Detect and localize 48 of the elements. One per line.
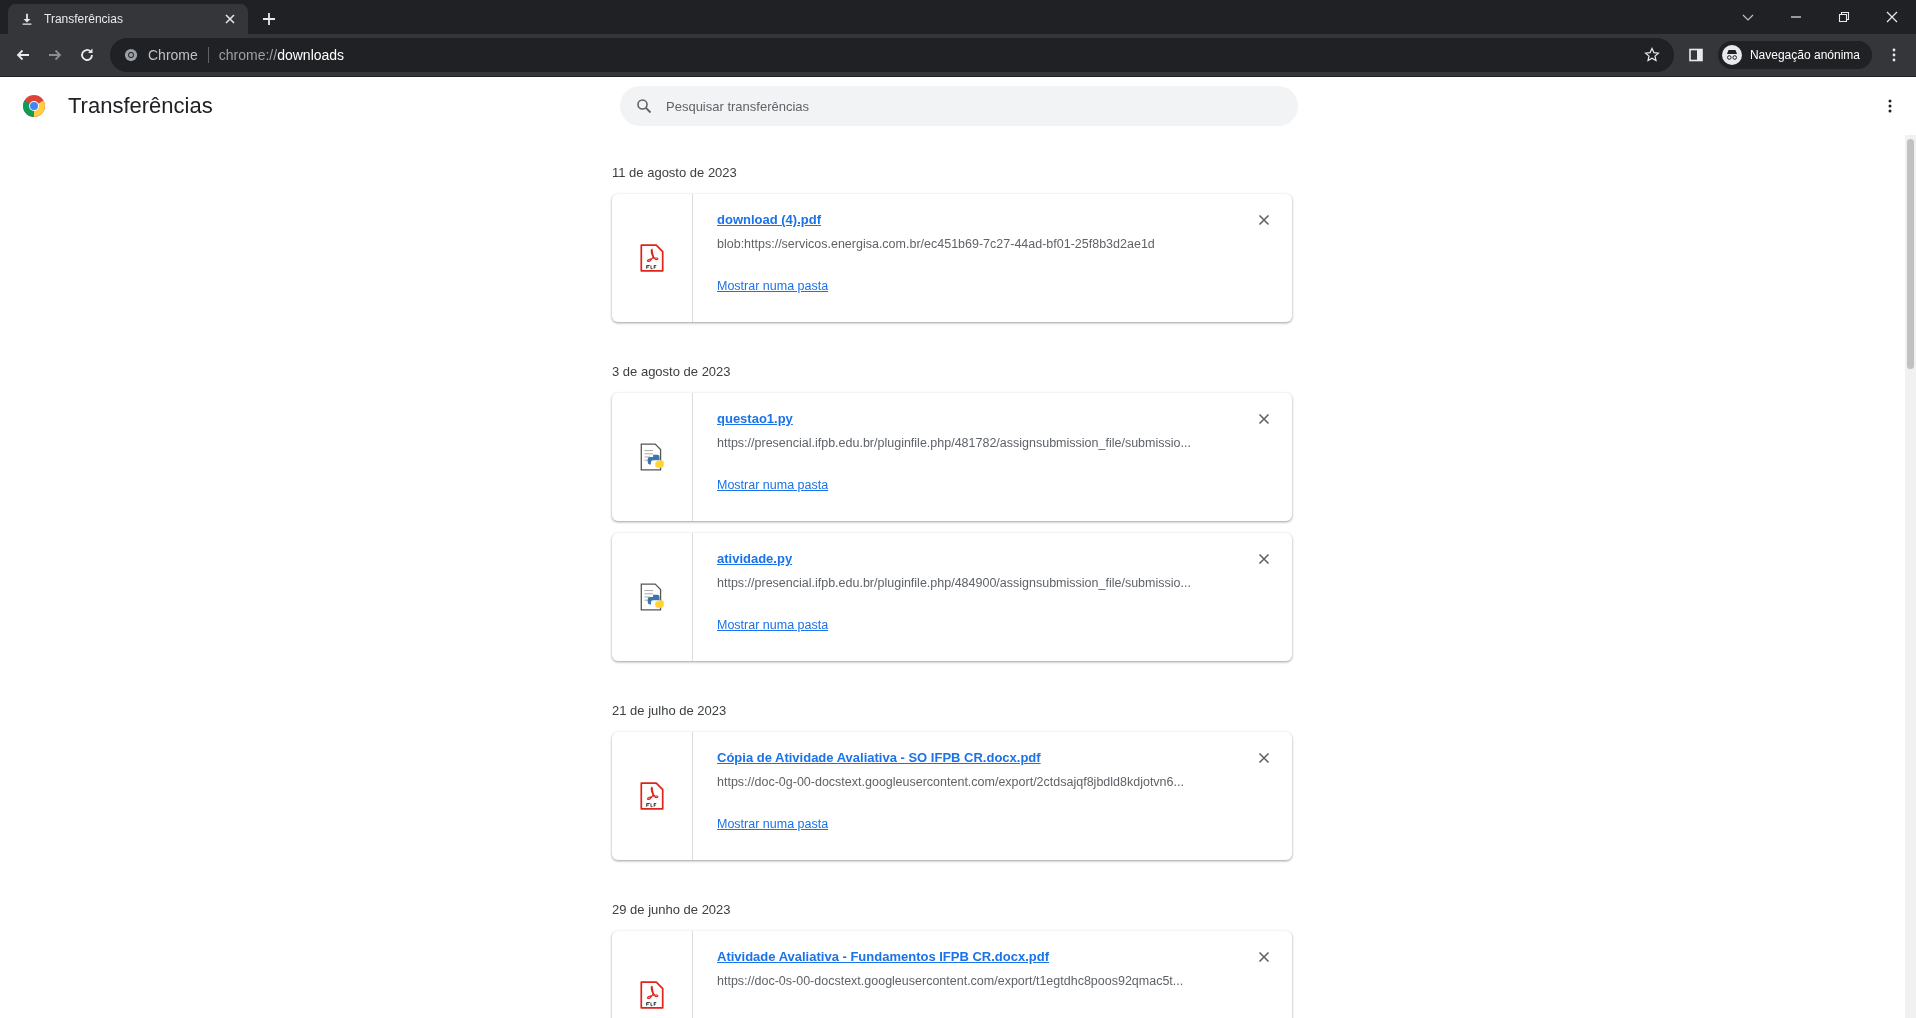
date-heading: 11 de agosto de 2023 (612, 164, 738, 182)
python-file-icon (639, 582, 665, 612)
show-in-folder-link[interactable]: Mostrar numa pasta (717, 279, 829, 293)
search-field[interactable]: Pesquisar transferências (620, 86, 1298, 126)
close-icon[interactable] (1885, 10, 1899, 24)
address-bar[interactable]: Chrome chrome://downloads (110, 38, 1674, 72)
remove-icon[interactable] (1258, 752, 1270, 764)
remove-icon[interactable] (1258, 214, 1270, 226)
site-label: Chrome (148, 47, 198, 63)
source-url: https://doc-0g-00-docstext.googleusercontent.com/export/2ctdsajqf8jbdld8kdjotvn6... (717, 775, 1184, 789)
scrollbar[interactable] (1905, 135, 1916, 1018)
page-title: Transferências (68, 93, 213, 119)
side-panel-icon[interactable] (1687, 47, 1704, 63)
browser-tab[interactable]: Transferências (8, 4, 248, 34)
file-name-link[interactable]: Cópia de Atividade Avaliativa - SO IFPB CR.docx.pdf (717, 750, 1041, 765)
reload-icon[interactable] (78, 46, 96, 64)
show-in-folder-link[interactable]: Mostrar numa pasta (717, 618, 829, 632)
close-icon[interactable] (224, 13, 236, 25)
pdf-file-icon (639, 980, 665, 1010)
remove-icon[interactable] (1258, 413, 1270, 425)
python-file-icon (639, 442, 665, 472)
file-name-link[interactable]: questao1.py (717, 411, 793, 426)
date-heading: 3 de agosto de 2023 (612, 363, 732, 381)
file-name-link[interactable]: Atividade Avaliativa - Fundamentos IFPB CR.docx.pdf (717, 949, 1050, 964)
source-url: https://presencial.ifpb.edu.br/pluginfile.php/481782/assignsubmission_file/submissio... (717, 436, 1191, 450)
date-heading: 29 de junho de 2023 (612, 901, 732, 919)
remove-icon[interactable] (1258, 951, 1270, 963)
chrome-logo-icon (124, 48, 138, 62)
pdf-file-icon (639, 781, 665, 811)
plus-icon[interactable] (262, 12, 276, 26)
file-name-link[interactable]: download (4).pdf (717, 212, 821, 227)
remove-icon[interactable] (1258, 553, 1270, 565)
incognito-icon (1721, 45, 1742, 65)
source-url: https://doc-0s-00-docstext.googleusercontent.com/export/t1egtdhc8poos92qmac5t... (717, 974, 1184, 988)
chrome-logo-icon (22, 94, 46, 118)
download-icon (20, 12, 34, 26)
tab-title: Transferências (44, 12, 124, 26)
profile-button[interactable]: Navegação anónima (1717, 41, 1872, 69)
url-text: chrome://downloads (218, 47, 345, 63)
restore-icon[interactable] (1837, 10, 1851, 24)
pdf-file-icon (639, 243, 665, 273)
file-name-link[interactable]: atividade.py (717, 551, 793, 566)
show-in-folder-link[interactable]: Mostrar numa pasta (717, 817, 829, 831)
source-url: https://presencial.ifpb.edu.br/pluginfile.php/484900/assignsubmission_file/submissio... (717, 576, 1191, 590)
source-url: blob:https://servicos.energisa.com.br/ec451b69-7c27-44ad-bf01-25f8b3d2ae1d (717, 237, 1155, 251)
show-in-folder-link[interactable]: Mostrar numa pasta (717, 478, 829, 492)
date-heading: 21 de julho de 2023 (612, 702, 728, 720)
star-icon[interactable] (1643, 47, 1660, 63)
